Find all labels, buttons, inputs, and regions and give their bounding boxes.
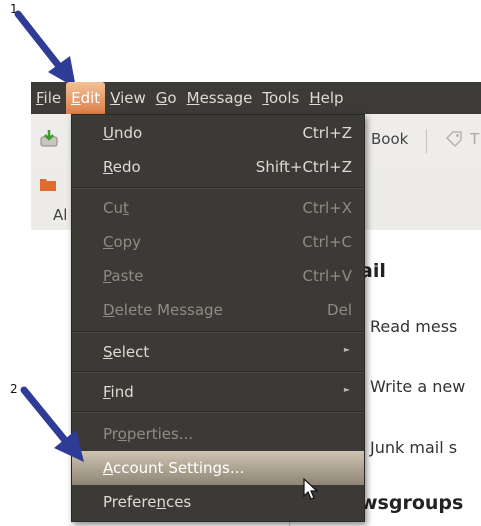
menu-separator (72, 371, 364, 373)
junk-mail-link[interactable]: Junk mail s (370, 438, 457, 457)
address-book-label[interactable]: Book (371, 130, 408, 148)
folder-icon (40, 179, 56, 191)
pointer-arrow-icon (20, 386, 84, 462)
menu-edit[interactable]: Edit (66, 82, 106, 114)
menu-message[interactable]: Message (182, 82, 258, 114)
menu-tools[interactable]: Tools (257, 82, 304, 114)
menu-file[interactable]: File (31, 82, 66, 114)
paste-shortcut: Ctrl+V (302, 267, 352, 285)
menu-item-copy[interactable]: Copy Ctrl+C (72, 227, 364, 257)
cut-shortcut: Ctrl+X (302, 199, 352, 217)
menu-separator (72, 187, 364, 189)
menu-item-select[interactable]: Select ► (72, 337, 364, 367)
tag-label[interactable]: T (470, 130, 479, 148)
menu-item-preferences[interactable]: Preferences (72, 487, 364, 517)
menu-item-properties[interactable]: Properties... (72, 419, 364, 449)
undo-shortcut: Ctrl+Z (302, 124, 352, 142)
pointer-arrow-icon (14, 10, 76, 88)
mouse-cursor-icon (303, 478, 319, 500)
menu-go[interactable]: Go (151, 82, 182, 114)
menu-item-delete-message[interactable]: Delete Message Del (72, 295, 364, 325)
menu-separator (72, 331, 364, 333)
get-mail-icon[interactable] (39, 128, 59, 148)
menu-view[interactable]: View (105, 82, 151, 114)
menu-item-redo[interactable]: Redo Shift+Ctrl+Z (72, 152, 364, 182)
edit-menu: Undo Ctrl+Z Redo Shift+Ctrl+Z Cut Ctrl+X… (71, 114, 365, 522)
redo-shortcut: Shift+Ctrl+Z (255, 158, 352, 176)
menu-item-cut[interactable]: Cut Ctrl+X (72, 193, 364, 223)
menu-bar: File Edit View Go Message Tools Help (31, 82, 481, 114)
delete-shortcut: Del (327, 301, 352, 319)
menu-help[interactable]: Help (304, 82, 348, 114)
submenu-arrow-icon: ► (343, 385, 350, 394)
read-messages-link[interactable]: Read mess (370, 317, 457, 336)
newsgroups-heading: wsgroups (360, 492, 464, 514)
copy-shortcut: Ctrl+C (302, 233, 352, 251)
menu-item-account-settings[interactable]: Account Settings... (72, 451, 364, 485)
step-number-2: 2 (10, 382, 18, 396)
tag-icon[interactable] (444, 129, 464, 149)
menu-separator (72, 411, 364, 413)
submenu-arrow-icon: ► (343, 345, 350, 354)
menu-item-undo[interactable]: Undo Ctrl+Z (72, 118, 364, 148)
write-message-link[interactable]: Write a new (370, 377, 465, 396)
toolbar-separator (426, 129, 427, 153)
menu-item-find[interactable]: Find ► (72, 377, 364, 407)
menu-item-paste[interactable]: Paste Ctrl+V (72, 261, 364, 291)
tab-all-label[interactable]: Al (53, 206, 67, 224)
